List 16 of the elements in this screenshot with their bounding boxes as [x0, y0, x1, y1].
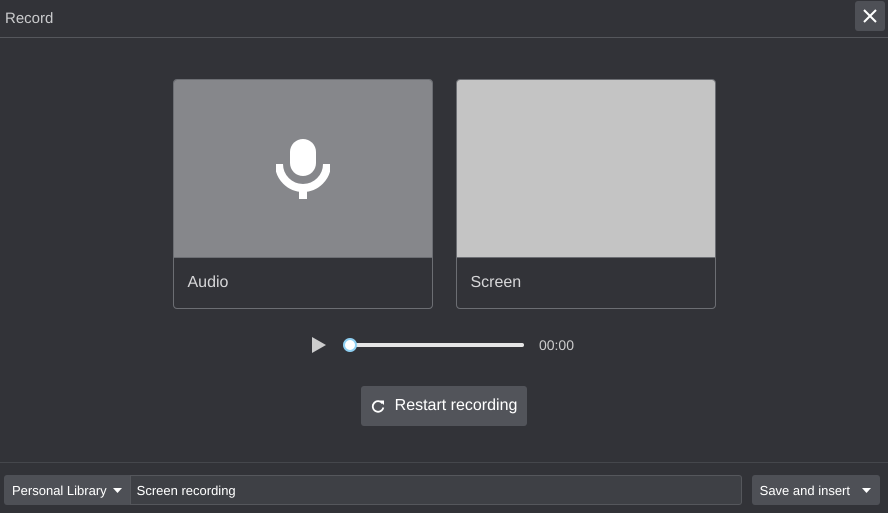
time-label: 00:00 [538, 337, 574, 353]
name-field[interactable]: Screen recording [130, 475, 742, 505]
caret-icon [112, 488, 122, 492]
window-title: Record [5, 10, 54, 27]
source-card[interactable]: Screen [456, 79, 716, 309]
play-icon[interactable] [312, 337, 326, 353]
close-icon [863, 8, 877, 22]
refresh-icon [370, 399, 385, 413]
source-card[interactable]: Audio [172, 79, 432, 309]
library-dropdown[interactable]: Personal Library [4, 475, 130, 505]
caret-icon [862, 488, 871, 492]
save-button[interactable]: Save and insert [752, 475, 880, 505]
seek-slider[interactable] [344, 338, 524, 352]
close-button[interactable] [855, 0, 885, 30]
restart-button[interactable]: Restart recording [360, 386, 528, 426]
microphone-icon [276, 138, 330, 198]
